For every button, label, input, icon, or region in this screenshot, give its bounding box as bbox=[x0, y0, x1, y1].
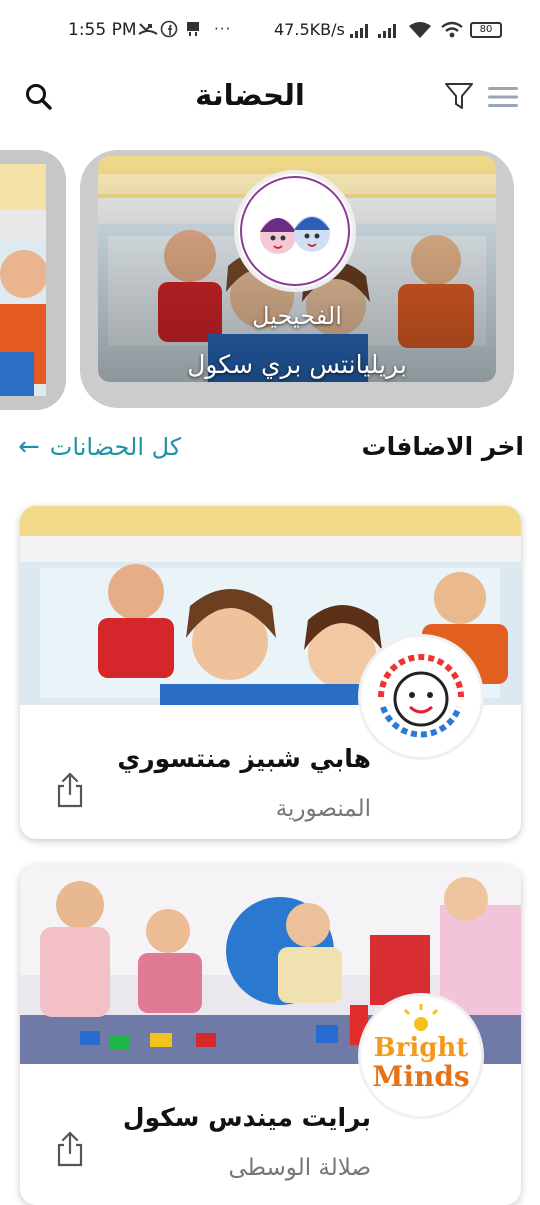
carousel-slide-featured[interactable]: الفحيحيل بريليانتس بري سكول bbox=[80, 150, 514, 408]
status-time: 1:55 PM bbox=[68, 20, 137, 40]
nursery-name: هابي شبيز منتسوري bbox=[117, 744, 371, 773]
nursery-card[interactable]: هابي شبيز منتسوري المنصورية bbox=[20, 506, 521, 839]
battery-indicator: 80 bbox=[470, 22, 502, 38]
arrow-left-icon: ← bbox=[18, 432, 40, 462]
app-bar: الحضانة bbox=[0, 62, 540, 132]
nursery-logo bbox=[358, 634, 484, 760]
wifi-icon-2 bbox=[440, 21, 464, 43]
nursery-card[interactable]: Bright Minds برايت ميندس سكول صلالة الوس… bbox=[20, 865, 521, 1205]
carousel-slide-previous[interactable] bbox=[0, 150, 66, 410]
app-notification-icon bbox=[184, 20, 202, 42]
svg-text:Minds: Minds bbox=[372, 1060, 469, 1093]
share-icon[interactable] bbox=[56, 1131, 84, 1167]
nursery-name: برايت ميندس سكول bbox=[122, 1103, 371, 1132]
section-title: اخر الاضافات bbox=[361, 432, 524, 461]
menu-icon[interactable] bbox=[488, 86, 518, 108]
filter-icon[interactable] bbox=[444, 80, 474, 112]
see-all-label: كل الحضانات bbox=[49, 433, 182, 461]
svg-text:Bright: Bright bbox=[374, 1033, 469, 1063]
featured-category: الفحيحيل bbox=[252, 302, 342, 330]
slide-image bbox=[0, 164, 54, 396]
nursery-area: المنصورية bbox=[275, 796, 371, 822]
nursery-area: صلالة الوسطى bbox=[228, 1155, 372, 1181]
nursery-logo: Bright Minds bbox=[358, 993, 484, 1119]
wifi-icon bbox=[408, 21, 432, 43]
signal-icon-2 bbox=[378, 24, 396, 38]
nursery-logo bbox=[234, 170, 356, 292]
more-notifications-icon: ··· bbox=[214, 20, 232, 38]
share-icon[interactable] bbox=[56, 772, 84, 808]
page-title: الحضانة bbox=[195, 78, 305, 112]
featured-name: بريليانتس بري سكول bbox=[187, 350, 407, 379]
missed-call-icon bbox=[138, 20, 158, 40]
featured-carousel[interactable]: الفحيحيل بريليانتس بري سكول bbox=[0, 150, 540, 412]
network-speed: 47.5KB/s bbox=[274, 20, 345, 39]
facebook-icon bbox=[160, 20, 178, 42]
status-bar: 1:55 PM ··· 47.5KB/s 80 bbox=[0, 0, 540, 62]
signal-icon-1 bbox=[350, 24, 368, 38]
see-all-link[interactable]: كل الحضانات ← bbox=[18, 432, 181, 462]
latest-additions-header: اخر الاضافات كل الحضانات ← bbox=[0, 420, 540, 476]
